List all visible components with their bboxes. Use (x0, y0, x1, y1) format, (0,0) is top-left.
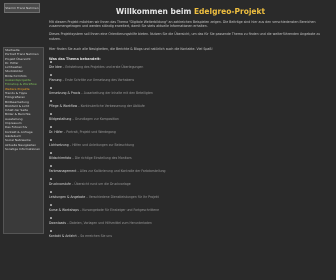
sidebar-nav: Startseite Portrait Franz Nehmen Projekt Ü… (3, 47, 44, 234)
topic-description: – Alles zur Kalibrierung und Kontrolle d… (76, 168, 166, 173)
topic-item: Kurse & Workshops – Kursangebote für Ein… (49, 204, 332, 217)
bullet-icon (50, 178, 52, 180)
bullet-icon (50, 87, 52, 89)
topic-description: – Erste Schritte zur Umsetzung des Vorha… (61, 77, 135, 82)
topic-link[interactable]: Umsetzung & Praxis (49, 91, 80, 95)
topic-link[interactable]: Die Idee (49, 65, 62, 69)
topic-item: Farbmanagement – Alles zur Kalibrierung … (49, 165, 332, 178)
topic-description: – Übersicht rund um die Druckvorlage (70, 181, 131, 186)
topic-link[interactable]: Druckvorstufe (49, 182, 71, 186)
topic-description: – Hilfen und Anleitungen zur Beleuchtung (68, 142, 135, 147)
sidebar-item-1[interactable]: Portrait Franz Nehmen (5, 52, 42, 56)
bullet-icon (50, 126, 52, 128)
page-title: Willkommen beim Edelgreo-Projekt (49, 7, 332, 16)
topic-link[interactable]: Lichtsetzung (49, 143, 69, 147)
topic-item: Downloads – Dateien, Vorlagen und Hilfsm… (49, 217, 332, 230)
topic-item: Die Idee – Entstehung des Projektes und … (49, 61, 332, 74)
topic-link[interactable]: Farbmanagement (49, 169, 76, 173)
topic-description: – Entstehung des Projektes und erste Übe… (61, 64, 144, 69)
topic-link[interactable]: Planung (49, 78, 61, 82)
topic-list: Die Idee – Entstehung des Projektes und … (49, 61, 332, 243)
topic-item: Bildgestaltung – Grundlagen zur Komposit… (49, 113, 332, 126)
bullet-icon (50, 113, 52, 115)
bullet-icon (50, 152, 52, 154)
bullet-icon (50, 230, 52, 232)
topic-description: – Kursangebote für Einsteiger und Fortge… (78, 207, 159, 212)
bullet-icon (50, 191, 52, 193)
sidebar-item-23[interactable]: Sonstige Informationen (5, 147, 42, 151)
bullet-icon (50, 139, 52, 141)
topic-description: – Dateien, Vorlagen und Hilfsmittel zum … (66, 220, 152, 225)
bullet-icon (50, 165, 52, 167)
intro-paragraph-2: Dieses Projektsystem soll Ihnen eine Ori… (49, 32, 321, 41)
bullet-icon (50, 61, 52, 63)
topic-description: – Kontinuierliche Verbesserung der Abläu… (77, 103, 145, 108)
topic-item: Pflege & Workflow – Kontinuierliche Verb… (49, 100, 332, 113)
topic-link[interactable]: Downloads (49, 221, 66, 225)
topic-item: Umsetzung & Praxis – Ausarbeitung der In… (49, 87, 332, 100)
topic-description: – Verschiedene Dienstleistungen für Ihr … (85, 194, 159, 199)
topic-description: – Ausarbeitung der Inhalte mit den Betei… (80, 90, 153, 95)
topic-link[interactable]: Pflege & Workflow (49, 104, 77, 108)
topic-item: Kontakt & Anfahrt – So erreichen Sie uns (49, 230, 332, 243)
bullet-icon (50, 217, 52, 219)
topic-link[interactable]: Dr. Höfer (49, 130, 63, 134)
title-prefix: Willkommen beim (115, 7, 194, 16)
topic-link[interactable]: Bildschirmfoto (49, 156, 71, 160)
topic-item: Leistungen & Angebote – Verschiedene Die… (49, 191, 332, 204)
topic-description: – So erreichen Sie uns (76, 233, 112, 238)
topic-link[interactable]: Leistungen & Angebote (49, 195, 85, 199)
topic-item: Lichtsetzung – Hilfen und Anleitungen zu… (49, 139, 332, 152)
topic-link[interactable]: Kurse & Workshops (49, 208, 79, 212)
topic-item: Bildschirmfoto – Die richtige Einstellun… (49, 152, 332, 165)
bullet-icon (50, 204, 52, 206)
topic-description: – Die richtige Einstellung des Monitors (71, 155, 132, 160)
main-content: Willkommen beim Edelgreo-Projekt Mit die… (49, 0, 332, 280)
intro-paragraph-1: Mit diesem Projekt möchten wir Ihnen das… (49, 20, 316, 29)
topic-description: – Grundlagen zur Komposition (71, 116, 119, 121)
topic-item: Planung – Erste Schritte zur Umsetzung d… (49, 74, 332, 87)
page: Stamm Franz Nehmen Startseite Portrait Fr… (0, 0, 336, 280)
topic-item: Dr. Höfer – Portrait, Projekt und Werdeg… (49, 126, 332, 139)
topic-item: Druckvorstufe – Übersicht rund um die Dr… (49, 178, 332, 191)
topic-link[interactable]: Bildgestaltung (49, 117, 71, 121)
site-logo[interactable]: Stamm Franz Nehmen (4, 3, 40, 13)
intro-hint: Hier finden Sie auch alle Neuigkeiten, d… (49, 46, 213, 51)
topic-description: – Portrait, Projekt und Werdegang (62, 129, 116, 134)
title-accent: Edelgreo-Projekt (193, 7, 266, 16)
topic-link[interactable]: Kontakt & Anfahrt (49, 234, 77, 238)
bullet-icon (50, 74, 52, 76)
bullet-icon (50, 100, 52, 102)
